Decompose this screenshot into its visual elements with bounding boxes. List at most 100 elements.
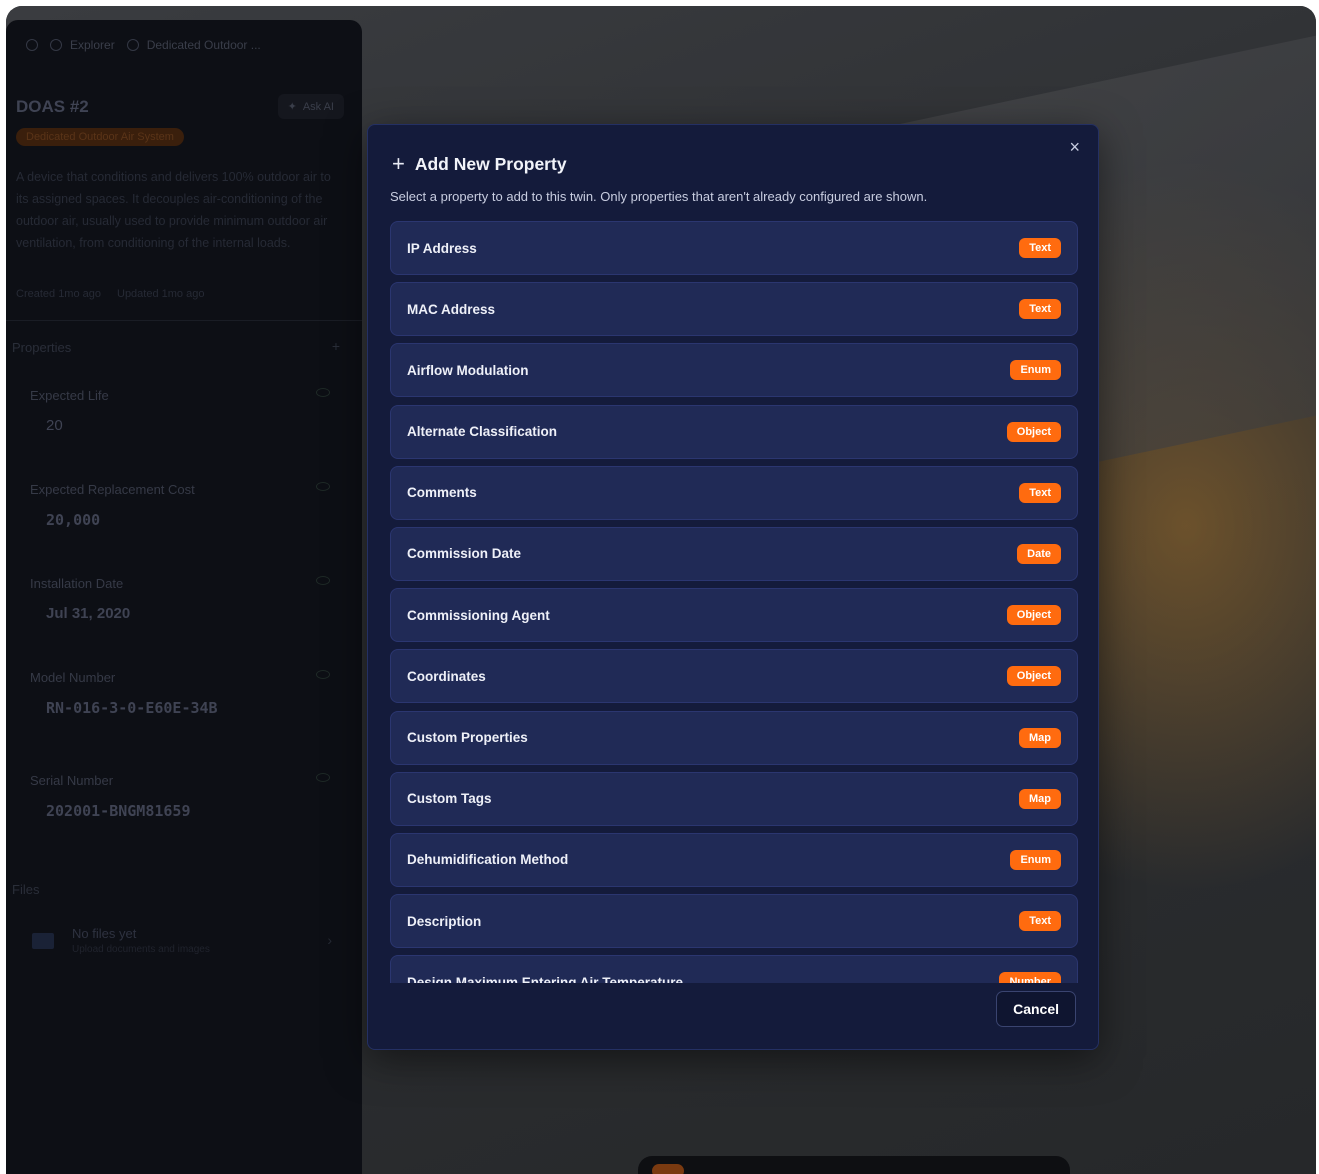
property-replacement-cost: Expected Replacement Cost 20,000 [30,482,330,529]
property-installation-date: Installation Date Jul 31, 2020 [30,576,330,622]
type-badge: Text [1019,482,1061,503]
property-option[interactable]: Custom Properties Map [390,710,1078,765]
files-empty-text: No files yet Upload documents and images [72,926,210,955]
property-option-list[interactable]: IP Address Text MAC Address Text Airflow M… [390,221,1078,983]
twin-header: DOAS #2 ✦ Ask AI [16,94,344,119]
divider [6,320,362,321]
type-badge: Text [1019,911,1061,932]
toolbar-accent [652,1164,684,1174]
twin-description: A device that conditions and delivers 10… [16,170,331,250]
modal-subtitle: Select a property to add to this twin. O… [390,189,928,204]
modal-footer: Cancel [996,991,1076,1027]
files-empty-subtitle: Upload documents and images [72,944,210,955]
breadcrumb-twin-type[interactable]: Dedicated Outdoor ... [126,38,261,52]
plus-icon: + [392,151,405,176]
property-option[interactable]: Commissioning Agent Object [390,588,1078,643]
breadcrumb-label: Explorer [70,38,115,52]
property-option[interactable]: Dehumidification Method Enum [390,832,1078,887]
property-option[interactable]: Commission Date Date [390,526,1078,581]
type-badge: Object [1006,421,1061,442]
properties-heading: Properties [12,340,72,355]
property-option-label: Dehumidification Method [407,852,569,868]
property-option-label: Coordinates [407,668,486,684]
type-badge: Enum [1010,849,1061,870]
files-empty-title: No files yet [72,926,137,941]
cube-icon [126,39,139,51]
type-badge: Date [1017,543,1061,564]
twin-type-badge: Dedicated Outdoor Air System [16,128,184,146]
type-badge: Map [1019,788,1061,809]
eye-icon[interactable] [316,670,330,679]
eye-icon[interactable] [316,576,330,585]
files-empty-state[interactable]: No files yet Upload documents and images… [32,926,332,955]
property-value: RN-016-3-0-E60E-34B [46,699,218,717]
property-value: 20,000 [46,511,101,529]
property-serial-number: Serial Number 202001-BNGM81659 [30,773,330,820]
property-option[interactable]: Airflow Modulation Enum [390,343,1078,398]
type-badge: Number [999,972,1061,983]
property-option-label: Commissioning Agent [407,607,550,623]
breadcrumb: Explorer Dedicated Outdoor ... [6,20,362,70]
property-option-label: Comments [407,485,477,501]
property-option[interactable]: Comments Text [390,465,1078,520]
add-property-icon[interactable]: + [332,338,340,354]
twin-detail-panel: Explorer Dedicated Outdoor ... DOAS #2 ✦… [6,20,362,1174]
ask-ai-button[interactable]: ✦ Ask AI [277,94,344,119]
ask-ai-label: Ask AI [302,100,334,113]
twin-meta: Created 1mo ago Updated 1mo ago [16,288,204,300]
type-badge: Object [1006,605,1061,626]
property-model-number: Model Number RN-016-3-0-E60E-34B [30,670,330,717]
property-value: Jul 31, 2020 [46,605,131,622]
type-badge: Enum [1010,360,1061,381]
property-option[interactable]: Alternate Classification Object [390,404,1078,459]
property-option-label: Alternate Classification [407,424,558,440]
twin-title: DOAS #2 [16,96,89,116]
add-property-modal: × + Add New Property Select a property t… [367,124,1099,1050]
breadcrumb-explorer[interactable]: Explorer [50,38,115,52]
property-option-label: IP Address [407,240,477,256]
folder-icon [32,932,54,949]
property-option[interactable]: MAC Address Text [390,282,1078,337]
app-window: Explorer Dedicated Outdoor ... DOAS #2 ✦… [6,6,1316,1174]
close-icon[interactable]: × [1069,137,1080,158]
property-value: 20 [46,417,63,434]
home-icon[interactable] [26,39,38,51]
property-value: 202001-BNGM81659 [46,802,191,820]
updated-timestamp: Updated 1mo ago [117,288,205,300]
property-label: Serial Number [30,773,114,788]
property-option[interactable]: Design Maximum Entering Air Temperature N… [390,955,1078,983]
property-option-label: Airflow Modulation [407,362,529,378]
breadcrumb-label: Dedicated Outdoor ... [146,38,261,52]
type-badge: Text [1019,299,1061,320]
sparkle-icon: ✦ [287,101,297,113]
property-option[interactable]: Custom Tags Map [390,771,1078,826]
property-option-label: Design Maximum Entering Air Temperature [407,974,684,983]
property-option[interactable]: Description Text [390,894,1078,949]
files-heading: Files [12,882,40,897]
modal-title: Add New Property [414,153,567,174]
property-label: Installation Date [30,576,124,591]
property-option-label: Custom Tags [407,791,492,807]
property-option-label: MAC Address [407,301,496,317]
bottom-toolbar [638,1156,1070,1174]
eye-icon[interactable] [316,388,330,397]
type-badge: Object [1006,666,1061,687]
compass-icon [50,39,62,51]
property-expected-life: Expected Life 20 [30,388,330,434]
property-option[interactable]: IP Address Text [390,221,1078,275]
eye-icon[interactable] [316,482,330,491]
modal-header: + Add New Property [392,153,567,175]
property-option[interactable]: Coordinates Object [390,649,1078,704]
property-option-label: Commission Date [407,546,522,562]
property-label: Expected Replacement Cost [30,482,195,497]
created-timestamp: Created 1mo ago [16,288,101,300]
property-label: Expected Life [30,388,109,403]
chevron-right-icon: › [327,932,332,948]
property-option-label: Custom Properties [407,730,528,745]
property-label: Model Number [30,670,116,685]
eye-icon[interactable] [316,773,330,782]
type-badge: Map [1019,727,1061,748]
type-badge: Text [1019,238,1061,258]
property-option-label: Description [407,913,482,929]
cancel-button[interactable]: Cancel [996,991,1076,1027]
